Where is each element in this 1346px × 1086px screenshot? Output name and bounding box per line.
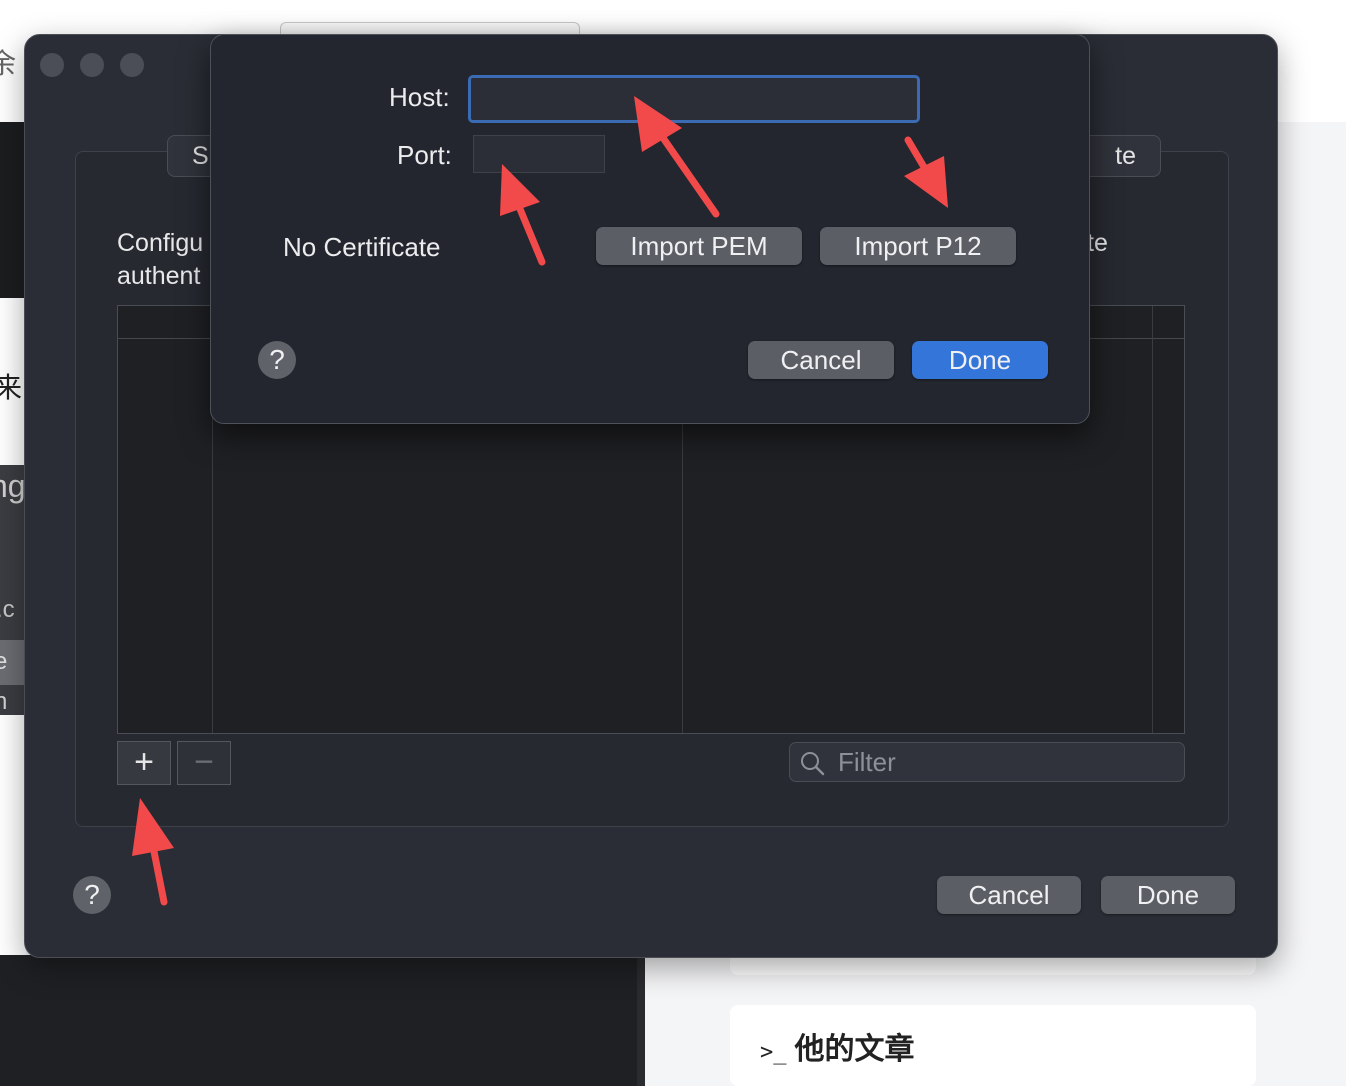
background-text-fragment: ng bbox=[0, 468, 26, 504]
window-minimize-button[interactable] bbox=[80, 53, 104, 77]
window-zoom-button[interactable] bbox=[120, 53, 144, 77]
terminal-prompt-icon: >_ bbox=[760, 1040, 787, 1065]
filter-placeholder: Filter bbox=[838, 747, 896, 777]
certificate-status: No Certificate bbox=[283, 232, 441, 262]
dialog-done-button[interactable]: Done bbox=[912, 341, 1048, 379]
import-pem-button[interactable]: Import PEM bbox=[596, 227, 802, 265]
port-input[interactable] bbox=[473, 135, 605, 173]
sheet-description-right: te bbox=[1087, 229, 1108, 257]
cancel-button[interactable]: Cancel bbox=[937, 876, 1081, 914]
background-divider bbox=[637, 955, 645, 1086]
background-text-fragment: e bbox=[0, 648, 8, 675]
host-label: Host: bbox=[389, 82, 450, 112]
articles-card-title[interactable]: >_ 他的文章 bbox=[760, 1024, 915, 1068]
background-text-fragment: 来 bbox=[0, 372, 23, 403]
port-label: Port: bbox=[397, 140, 452, 170]
filter-search-field[interactable]: Filter bbox=[789, 742, 1185, 782]
background-text-fragment: 余 bbox=[0, 48, 17, 79]
articles-card-title-text: 他的文章 bbox=[794, 1033, 915, 1066]
column-divider bbox=[1152, 306, 1153, 733]
done-button[interactable]: Done bbox=[1101, 876, 1235, 914]
sheet-description: Configu authent bbox=[117, 229, 204, 290]
add-button[interactable]: + bbox=[117, 741, 171, 785]
dialog-help-button[interactable]: ? bbox=[258, 341, 296, 379]
add-certificate-dialog: Host: Port: No Certificate Import PEM Im… bbox=[210, 34, 1090, 424]
window-close-button[interactable] bbox=[40, 53, 64, 77]
background-text-fragment: n bbox=[0, 688, 8, 715]
background-text-fragment: .c bbox=[0, 596, 15, 623]
dialog-cancel-button[interactable]: Cancel bbox=[748, 341, 894, 379]
import-p12-button[interactable]: Import P12 bbox=[820, 227, 1016, 265]
search-icon bbox=[798, 749, 826, 782]
help-button[interactable]: ? bbox=[73, 876, 111, 914]
background-dark-footer bbox=[0, 955, 645, 1086]
host-input[interactable] bbox=[468, 75, 920, 123]
background-dark-panel bbox=[0, 122, 24, 298]
remove-button[interactable]: − bbox=[177, 741, 231, 785]
